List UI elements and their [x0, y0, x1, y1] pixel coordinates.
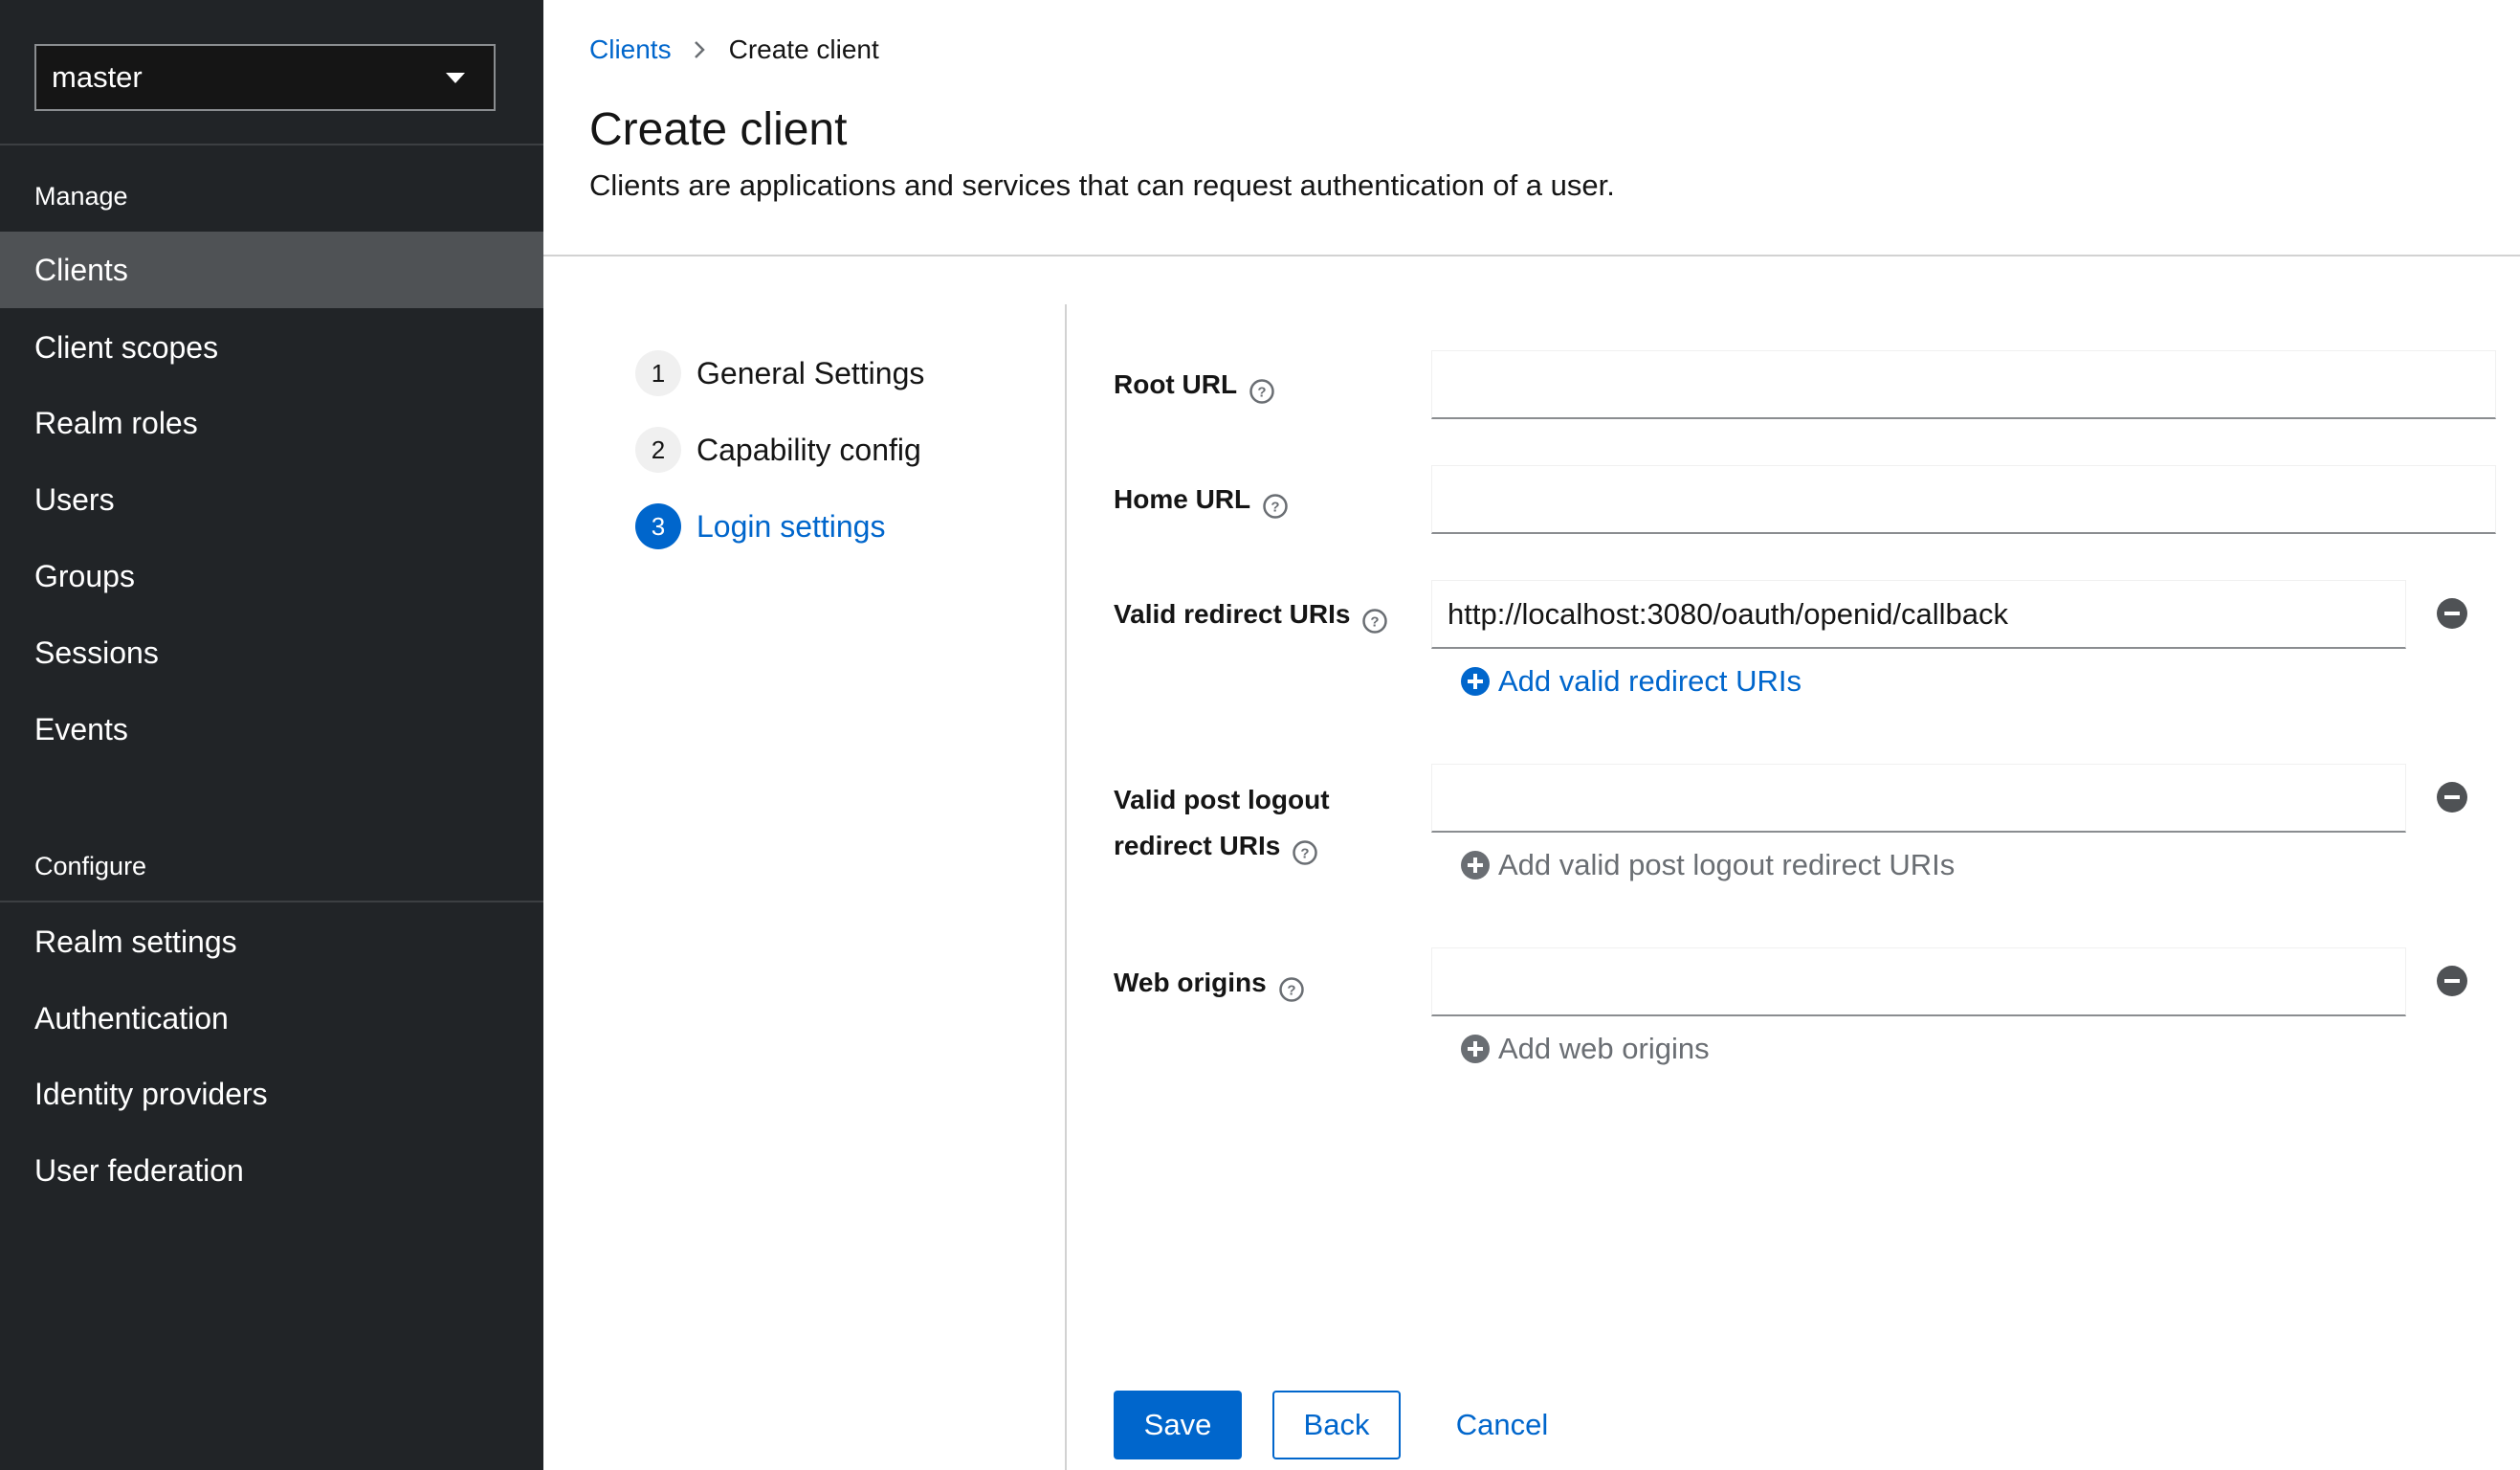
add-web-origin-link[interactable]: Add web origins — [1460, 1032, 1710, 1066]
header-divider — [543, 255, 2520, 256]
valid-post-logout-label-line1: Valid post logout — [1114, 785, 1330, 814]
minus-circle-icon[interactable] — [2436, 781, 2468, 813]
plus-circle-icon — [1461, 667, 1490, 696]
sidebar-item-realm-roles[interactable]: Realm roles — [0, 385, 543, 461]
svg-text:?: ? — [1287, 982, 1295, 998]
web-origins-label-text: Web origins — [1114, 968, 1267, 997]
root-url-input[interactable] — [1431, 350, 2496, 419]
sidebar: master Manage Clients Client scopes Real… — [0, 0, 543, 1470]
root-url-label: Root URL? — [1114, 362, 1275, 408]
nav-section-configure: Configure — [34, 852, 147, 880]
help-icon[interactable]: ? — [1278, 971, 1305, 1002]
minus-circle-icon[interactable] — [2436, 965, 2468, 997]
valid-post-logout-uri-input[interactable] — [1431, 764, 2406, 833]
sidebar-item-identity-providers[interactable]: Identity providers — [0, 1056, 543, 1132]
web-origins-input[interactable] — [1431, 947, 2406, 1016]
caret-down-icon — [446, 72, 465, 83]
help-icon[interactable]: ? — [1249, 373, 1275, 404]
svg-text:?: ? — [1301, 845, 1310, 861]
breadcrumb: Clients Create client — [589, 34, 879, 65]
sidebar-item-realm-settings[interactable]: Realm settings — [0, 903, 543, 980]
wizard-step-capability-config[interactable]: 2 Capability config — [635, 426, 921, 474]
nav-section-manage: Manage — [34, 182, 128, 211]
home-url-input[interactable] — [1431, 465, 2496, 534]
root-url-label-text: Root URL — [1114, 369, 1238, 399]
valid-redirect-uris-label: Valid redirect URIs? — [1114, 591, 1388, 637]
sidebar-divider — [0, 901, 543, 902]
breadcrumb-clients-link[interactable]: Clients — [589, 34, 672, 65]
save-button[interactable]: Save — [1114, 1391, 1242, 1459]
valid-redirect-uri-input[interactable] — [1431, 580, 2406, 649]
step-number: 3 — [635, 503, 681, 549]
breadcrumb-current: Create client — [728, 34, 879, 64]
step-label: General Settings — [696, 355, 925, 390]
add-post-logout-uri-link[interactable]: Add valid post logout redirect URIs — [1460, 848, 1955, 882]
svg-text:?: ? — [1271, 499, 1280, 515]
page-title: Create client — [589, 104, 848, 155]
step-number: 2 — [635, 427, 681, 473]
wizard-step-general-settings[interactable]: 1 General Settings — [635, 349, 924, 397]
chevron-right-icon — [693, 38, 708, 61]
valid-post-logout-label: Valid post logout redirect URIs? — [1114, 777, 1330, 869]
help-icon[interactable]: ? — [1292, 835, 1318, 865]
wizard-step-login-settings[interactable]: 3 Login settings — [635, 502, 885, 550]
plus-circle-icon — [1461, 1035, 1490, 1063]
page-description: Clients are applications and services th… — [589, 168, 1615, 202]
cancel-button[interactable]: Cancel — [1435, 1391, 1569, 1459]
sidebar-item-authentication[interactable]: Authentication — [0, 980, 543, 1057]
realm-selector[interactable]: master — [34, 44, 496, 111]
step-label: Capability config — [696, 432, 921, 467]
add-post-logout-uri-label: Add valid post logout redirect URIs — [1498, 848, 1956, 881]
sidebar-divider — [0, 144, 543, 145]
sidebar-item-events[interactable]: Events — [0, 691, 543, 768]
sidebar-item-user-federation[interactable]: User federation — [0, 1132, 543, 1209]
help-icon[interactable]: ? — [1361, 603, 1388, 634]
sidebar-item-users[interactable]: Users — [0, 461, 543, 538]
valid-post-logout-label-line2: redirect URIs — [1114, 831, 1281, 860]
svg-text:?: ? — [1257, 384, 1266, 400]
add-valid-redirect-uri-label: Add valid redirect URIs — [1498, 664, 1802, 698]
help-icon[interactable]: ? — [1262, 488, 1289, 519]
plus-circle-icon — [1461, 851, 1490, 880]
home-url-label: Home URL? — [1114, 477, 1289, 523]
svg-text:?: ? — [1371, 613, 1380, 630]
wizard-divider — [1065, 304, 1067, 1470]
home-url-label-text: Home URL — [1114, 484, 1251, 514]
sidebar-item-sessions[interactable]: Sessions — [0, 614, 543, 691]
sidebar-item-groups[interactable]: Groups — [0, 538, 543, 614]
step-number: 1 — [635, 350, 681, 396]
sidebar-item-clients[interactable]: Clients — [0, 232, 543, 308]
web-origins-label: Web origins? — [1114, 960, 1305, 1006]
back-button[interactable]: Back — [1272, 1391, 1401, 1459]
realm-selector-value: master — [52, 60, 143, 94]
sidebar-item-client-scopes[interactable]: Client scopes — [0, 309, 543, 386]
valid-redirect-uris-label-text: Valid redirect URIs — [1114, 599, 1351, 629]
step-label: Login settings — [696, 508, 886, 544]
minus-circle-icon[interactable] — [2436, 597, 2468, 630]
add-web-origin-label: Add web origins — [1498, 1032, 1710, 1065]
add-valid-redirect-uri-link[interactable]: Add valid redirect URIs — [1460, 664, 1802, 699]
